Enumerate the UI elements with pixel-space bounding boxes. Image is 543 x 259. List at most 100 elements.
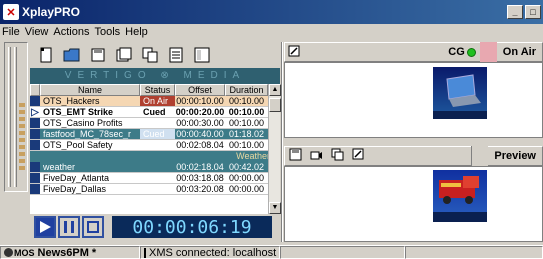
cell-status [140,118,175,128]
table-row[interactable]: OTS_Casino Profits 00:00:30.00 00:10.00 [30,118,280,129]
cell-name: weather [43,162,76,172]
table-row[interactable]: OTS_Hackers On Air 00:00:10.00 00:10.00 [30,96,280,107]
toolbar-grip[interactable] [8,47,11,187]
duplicate-icon[interactable] [331,148,344,164]
toolbar-grip-2[interactable] [14,47,17,187]
status-cell-empty-1 [280,246,405,259]
header-status[interactable]: Status [140,84,175,96]
onair-tally [479,42,497,62]
row-marker [30,173,40,183]
table-row[interactable]: ▷ OTS_EMT Strike Cued 00:00:20.00 00:10.… [30,107,280,118]
table-scrollbar[interactable]: ▲ ▼ [268,84,281,214]
pause-button[interactable] [58,216,80,238]
cue-arrow-icon: ▷ [30,107,40,117]
cell-status: Cued [140,129,175,139]
group-header[interactable]: Weather [30,151,280,162]
cell-name: OTS_Casino Profits [43,118,123,128]
edit-icon[interactable] [285,45,303,60]
save-clip-icon[interactable] [289,148,302,164]
onair-label: On Air [502,46,536,58]
fire-truck-graphic-icon [433,170,487,222]
cell-duration: 00:10.00 [228,96,265,106]
cell-name: FiveDay_Dallas [43,184,107,194]
cell-status [140,140,175,150]
cell-duration: 00:00.00 [228,173,265,183]
properties-icon[interactable] [166,46,186,64]
header-offset[interactable]: Offset [175,84,225,96]
cell-offset: 00:03:18.08 [176,173,224,183]
new-playlist-icon[interactable] [36,46,56,64]
list-view-icon[interactable] [192,46,212,64]
save-icon[interactable] [88,46,108,64]
rundown-name: News6PM * [37,246,97,259]
status-cell-empty-2 [405,246,543,259]
cell-status: On Air [140,96,175,106]
copy-icon[interactable] [140,46,160,64]
cell-status [140,162,175,172]
cell-status [140,173,175,183]
edit-preview-icon[interactable] [352,148,365,164]
row-marker [30,118,40,128]
panel-divider[interactable] [281,42,283,242]
menu-help[interactable]: Help [125,26,153,38]
row-marker [30,129,40,139]
cell-name: OTS_Hackers [43,96,100,106]
cell-duration: 00:00.00 [228,184,265,194]
header-name[interactable]: Name [40,84,140,96]
table-row[interactable]: OTS_Pool Safety 00:02:08.04 00:10.00 [30,140,280,151]
table-row[interactable]: fastfood_MC_78sec_r Cued 00:00:40.00 01:… [30,129,280,140]
menu-tools[interactable]: Tools [94,26,125,38]
cell-offset: 00:00:20.00 [175,107,225,117]
server-icon [144,247,146,258]
header-duration[interactable]: Duration [225,84,268,96]
menu-file[interactable]: File [2,26,25,38]
save-all-icon[interactable] [114,46,134,64]
stop-icon [87,221,99,233]
mos-label: MOS [14,247,35,258]
window-title: XplayPRO [22,5,81,19]
table-row[interactable]: FiveDay_Dallas 00:03:20.08 00:00.00 [30,184,280,195]
status-bar: MOS News6PM * XMS connected: localhost [0,245,543,259]
video-capture-icon[interactable] [310,148,323,164]
table-row[interactable]: FiveDay_Atlanta 00:03:18.08 00:00.00 [30,173,280,184]
minimize-button[interactable]: _ [507,5,523,19]
onair-header: CG On Air [284,42,543,62]
cg-indicator: CG [448,46,480,58]
play-icon [40,221,51,233]
scroll-thumb[interactable] [269,98,281,112]
title-bar: ✕ XplayPRO _ □ [0,0,543,24]
cell-duration: 00:10.00 [228,118,265,128]
cell-name: FiveDay_Atlanta [43,173,110,183]
connection-status: XMS connected: localhost [140,246,280,259]
cell-name: OTS_Pool Safety [43,140,113,150]
table-header: Name Status Offset Duration [30,84,280,96]
open-folder-icon[interactable] [62,46,82,64]
connection-text: XMS connected: localhost [149,246,277,259]
mos-icon [4,248,13,257]
cell-offset: 00:00:30.00 [176,118,224,128]
scroll-up-icon[interactable]: ▲ [269,84,281,96]
menu-view[interactable]: View [25,26,54,38]
cell-offset: 00:03:20.08 [176,184,224,194]
playlist-toolbar [30,42,280,68]
play-button[interactable] [34,216,56,238]
brand-banner: VERTIGO ⊗ MEDIA [30,68,280,84]
cell-offset: 00:02:08.04 [176,140,224,150]
scroll-down-icon[interactable]: ▼ [269,202,281,214]
table-row[interactable]: weather 00:02:18.04 00:42.02 [30,162,280,173]
preview-header: Preview [284,146,543,166]
preview-tally [471,146,489,166]
cell-duration: 01:18.02 [228,129,265,139]
cell-duration: 00:10.00 [228,140,265,150]
onair-monitor [284,62,543,138]
maximize-button[interactable]: □ [525,5,541,19]
stop-button[interactable] [82,216,104,238]
timeline-strip [19,103,25,173]
transport-bar: 00:00:06:19 [30,214,280,240]
mos-status: MOS News6PM * [0,246,140,259]
row-marker [30,96,40,106]
menu-actions[interactable]: Actions [53,26,94,38]
menu-bar: File View Actions Tools Help [0,24,543,39]
laptop-graphic-icon [433,67,487,119]
preview-monitor [284,166,543,242]
